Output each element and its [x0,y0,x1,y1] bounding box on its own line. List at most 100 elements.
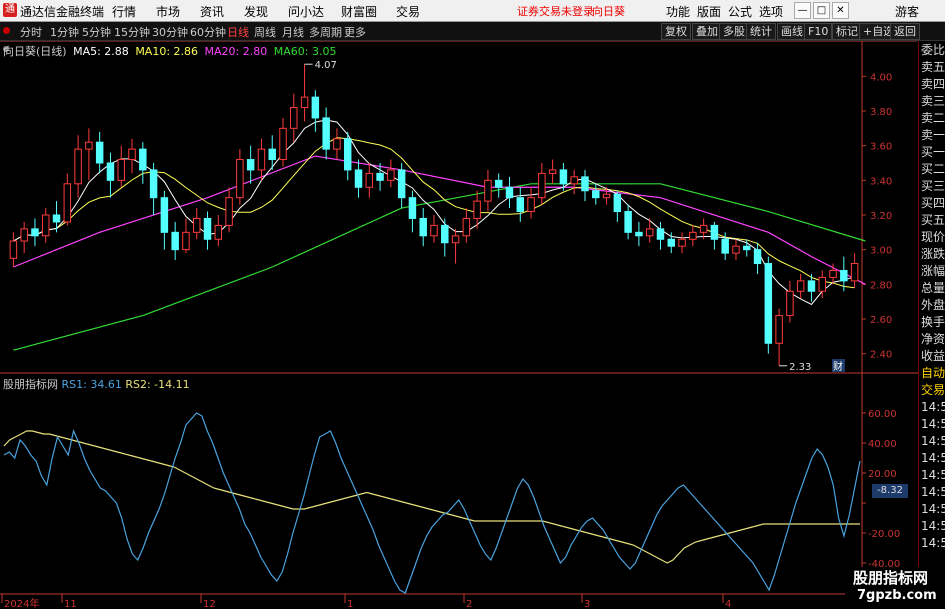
quote-field-23: 14:56 [921,434,945,448]
btn-mark[interactable]: 标记 [832,23,862,40]
quote-field-20: 交易 [921,383,945,397]
menu-wealth-circle[interactable]: 财富圈 [341,3,377,20]
candle-body [322,117,330,150]
menu-function[interactable]: 功能 [666,3,690,20]
candle-body [796,280,805,292]
ma20-line [13,155,866,285]
period-daily[interactable]: 日线 [227,24,249,40]
btn-multi-stock[interactable]: 多股 [719,23,749,40]
candle-body [343,138,352,171]
candle-body [236,159,244,199]
candle-body [462,217,471,237]
candle-body [20,228,28,242]
period-more[interactable]: 更多 [344,24,366,40]
candle-body [548,169,557,174]
period-intraday[interactable]: 分时 [20,24,42,40]
candle-body [494,179,503,188]
legend-ma20: MA20: 2.80 [204,45,268,58]
indicator-tick-label: 20.00 [868,469,897,480]
candle-body [645,228,654,237]
period-30min[interactable]: 30分钟 [152,24,188,40]
indicator-value-badge: -8.32 [872,484,908,498]
indicator-tick-label: -20.00 [868,529,900,540]
price-tick-label: 3.60 [870,142,892,153]
quote-field-27: 14:56 [921,502,945,516]
btn-statistics[interactable]: 统计 [746,23,776,40]
candle-body [214,224,223,240]
candle-body [63,183,72,223]
candle-body [840,269,848,282]
price-tick-label: 3.40 [870,176,892,187]
period-multi[interactable]: 多周期 [309,24,342,40]
menu-news[interactable]: 资讯 [200,3,224,20]
period-1min[interactable]: 1分钟 [50,24,79,40]
quote-field-4: 卖二 [921,111,945,125]
btn-f10[interactable]: F10 [804,23,833,40]
ma60-line [13,183,866,351]
indicator-tick-label: 60.00 [868,409,897,420]
candle-body [667,238,676,247]
menu-trade[interactable]: 交易 [396,3,420,20]
candle-body [732,245,740,254]
quote-field-1: 卖五 [921,60,945,74]
candle-body [333,138,341,150]
period-5min[interactable]: 5分钟 [82,24,111,40]
candle-body [365,172,374,188]
candle-body [106,162,115,181]
indicator-tick-label: 40.00 [868,439,897,450]
quote-panel: 委比 卖五 卖四 卖三 卖二 卖一 买一 买二 买三 买四 买五 现价 涨跌 涨幅 总量 外盘 换手 净资 收益 自动… [918,42,945,609]
watermark: 股朋指标网 7gpzb.com [845,567,945,609]
quote-field-21: 14:56 [921,400,945,414]
candle-body [592,190,600,199]
legend-rs2: RS2: -14.11 [125,378,190,391]
candle-body [9,240,18,259]
menu-formula[interactable]: 公式 [728,3,752,20]
chart-area[interactable]: 4.00 3.80 3.60 3.40 3.20 3.00 2.80 2.60 2.40 60.… [0,41,918,609]
quote-field-10: 买五 [921,213,945,227]
candle-body [613,193,622,213]
period-monthly[interactable]: 月线 [282,24,304,40]
close-icon[interactable]: ✕ [832,2,849,19]
quote-field-15: 外盘 [921,298,945,312]
candle-body [257,148,266,171]
candle-body [42,214,50,237]
btn-back[interactable]: 返回 [890,23,920,40]
menu-ask-xiaoda[interactable]: 问小达 [288,3,324,20]
minimize-icon[interactable]: — [794,2,811,19]
candle-body [52,214,61,223]
price-tick-label: 2.80 [870,280,892,291]
quote-field-19: 自动 [921,366,945,380]
quote-field-13: 涨幅 [921,264,945,278]
candle-body [397,169,406,199]
x-tick-label: 4 [725,599,731,609]
candle-body [182,231,190,251]
candle-body [570,176,578,185]
login-warning[interactable]: 证券交易未登录 [517,3,594,19]
menu-discover[interactable]: 发现 [244,3,268,20]
menu-layout[interactable]: 版面 [697,3,721,20]
menu-options[interactable]: 选项 [759,3,783,20]
period-60min[interactable]: 60分钟 [190,24,226,40]
guest-user[interactable]: 游客 [895,3,919,20]
btn-rights-adjust[interactable]: 复权 [661,23,691,40]
candle-body [311,96,320,119]
price-tick-label: 3.80 [870,107,892,118]
btn-draw-line[interactable]: 画线 [777,23,807,40]
period-15min[interactable]: 15分钟 [114,24,150,40]
menu-market[interactable]: 市场 [156,3,180,20]
candle-body [538,172,546,199]
app-logo-icon: 通 [3,3,17,17]
price-tick-label: 3.20 [870,211,892,222]
quote-field-26: 14:56 [921,485,945,499]
quote-field-6: 买一 [921,145,945,159]
btn-overlay[interactable]: 叠加 [692,23,722,40]
ma5-line [13,119,855,306]
legend-stock-name: 向日葵(日线) [3,45,67,58]
quote-field-14: 总量 [921,281,945,295]
menu-quotes[interactable]: 行情 [112,3,136,20]
candle-body [139,148,147,171]
candle-body [376,172,384,181]
maximize-icon[interactable]: □ [813,2,830,19]
candle-body [171,231,179,251]
period-weekly[interactable]: 周线 [254,24,276,40]
